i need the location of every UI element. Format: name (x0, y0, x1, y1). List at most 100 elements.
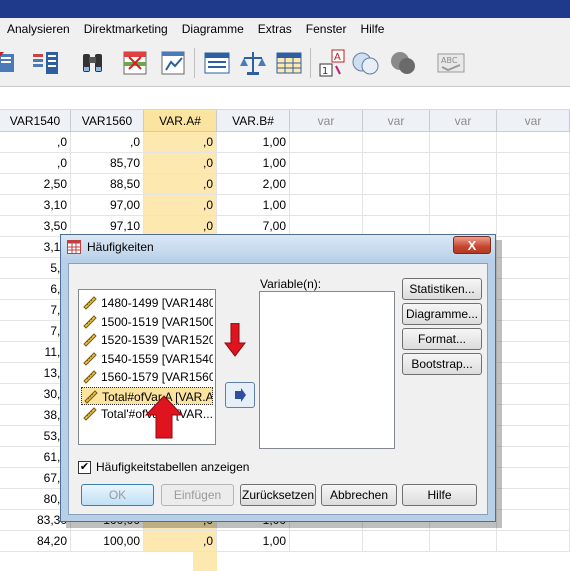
source-variable-item[interactable]: 1540-1559 [VAR1540] (81, 350, 213, 368)
menu-analysieren[interactable]: Analysieren (0, 18, 77, 40)
close-button[interactable]: X (453, 236, 491, 254)
grid-cell-empty[interactable] (497, 363, 570, 384)
grid-cell-empty[interactable] (497, 237, 570, 258)
grid-cell[interactable]: 100,00 (71, 531, 144, 552)
move-to-variables-button[interactable] (225, 382, 255, 408)
source-variable-item[interactable]: 1480-1499 [VAR1480] (81, 294, 213, 312)
grid-cell-empty[interactable] (497, 258, 570, 279)
grid-cell-empty[interactable] (497, 384, 570, 405)
format-button[interactable]: Format... (402, 328, 482, 350)
column-header-empty-var[interactable]: var (497, 110, 570, 132)
grid-cell-empty[interactable] (363, 195, 430, 216)
column-header-var-a[interactable]: VAR.A# (144, 110, 217, 132)
statistics-button[interactable]: Statistiken... (402, 278, 482, 300)
grid-cell-empty[interactable] (497, 216, 570, 237)
menu-hilfe[interactable]: Hilfe (353, 18, 391, 40)
grid-cell[interactable]: 2,50 (0, 174, 71, 195)
grid-cell-empty[interactable] (430, 195, 497, 216)
weight-cases-icon[interactable] (238, 48, 268, 78)
insert-cases-icon[interactable] (120, 48, 150, 78)
grid-cell[interactable]: ,0 (0, 132, 71, 153)
column-header-var-b[interactable]: VAR.B# (217, 110, 290, 132)
select-cases-icon[interactable] (202, 48, 232, 78)
bootstrap-button[interactable]: Bootstrap... (402, 353, 482, 375)
circles-icon[interactable] (350, 48, 380, 78)
grid-cell-empty[interactable] (497, 426, 570, 447)
grid-cell-empty[interactable] (497, 405, 570, 426)
cancel-button[interactable]: Abbrechen (321, 484, 397, 506)
ok-button[interactable]: OK (81, 484, 154, 506)
grid-cell-empty[interactable] (497, 447, 570, 468)
help-button[interactable]: Hilfe (402, 484, 477, 506)
grid-cell-empty[interactable] (497, 174, 570, 195)
menu-direktmarketing[interactable]: Direktmarketing (77, 18, 175, 40)
cell-editor-bar[interactable] (0, 87, 570, 110)
column-header-var1560[interactable]: VAR1560 (71, 110, 144, 132)
grid-cell[interactable]: 3,10 (0, 195, 71, 216)
target-variable-list[interactable] (259, 291, 395, 449)
binoculars-icon[interactable] (78, 48, 108, 78)
grid-cell-empty[interactable] (430, 174, 497, 195)
source-variable-item[interactable]: 1520-1539 [VAR1520] (81, 331, 213, 349)
reset-button[interactable]: Zurücksetzen (240, 484, 316, 506)
grid-cell[interactable]: ,0 (0, 153, 71, 174)
grid-cell[interactable]: ,0 (144, 153, 217, 174)
grid-cell[interactable]: 85,70 (71, 153, 144, 174)
grid-cell[interactable]: 97,00 (71, 195, 144, 216)
grid-cell-empty[interactable] (363, 132, 430, 153)
split-file-icon[interactable] (30, 48, 60, 78)
grid-cell-empty[interactable] (497, 489, 570, 510)
spell-check-icon[interactable]: ABC (436, 48, 466, 78)
paste-button[interactable]: Einfügen (161, 484, 234, 506)
column-header-var1540[interactable]: VAR1540 (0, 110, 71, 132)
grid-cell[interactable]: 1,00 (217, 153, 290, 174)
charts-button[interactable]: Diagramme... (402, 303, 482, 325)
column-header-empty-var[interactable]: var (430, 110, 497, 132)
grid-cell-empty[interactable] (497, 195, 570, 216)
source-variable-item[interactable]: 1560-1579 [VAR1560] (81, 368, 213, 386)
menu-diagramme[interactable]: Diagramme (175, 18, 251, 40)
chart-builder-icon[interactable] (158, 48, 188, 78)
column-header-empty-var[interactable]: var (290, 110, 363, 132)
grid-cell-empty[interactable] (363, 174, 430, 195)
grid-cell[interactable]: 1,00 (217, 132, 290, 153)
grid-cell[interactable]: 88,50 (71, 174, 144, 195)
grid-cell-empty[interactable] (290, 195, 363, 216)
menu-fenster[interactable]: Fenster (299, 18, 354, 40)
grid-cell[interactable]: 1,00 (217, 531, 290, 552)
source-variable-item[interactable]: 1500-1519 [VAR1500] (81, 313, 213, 331)
grid-cell-empty[interactable] (290, 174, 363, 195)
variable-sets-icon[interactable]: A 1 (318, 48, 348, 78)
sort-cases-icon[interactable] (0, 48, 22, 78)
frequency-tables-checkbox[interactable]: ✔ (78, 461, 91, 474)
grid-cell-empty[interactable] (290, 153, 363, 174)
grid-cell-empty[interactable] (497, 153, 570, 174)
grid-cell[interactable]: 1,00 (217, 195, 290, 216)
menu-extras[interactable]: Extras (251, 18, 299, 40)
grid-cell-empty[interactable] (497, 531, 570, 552)
grid-cell[interactable]: ,0 (144, 195, 217, 216)
grid-cell-empty[interactable] (497, 321, 570, 342)
value-labels-icon[interactable] (274, 48, 304, 78)
grid-cell-empty[interactable] (290, 132, 363, 153)
grid-cell[interactable]: ,0 (71, 132, 144, 153)
grid-cell-empty[interactable] (497, 342, 570, 363)
grid-cell-empty[interactable] (497, 510, 570, 531)
show-all-variables-icon[interactable] (388, 48, 418, 78)
grid-cell-empty[interactable] (290, 531, 363, 552)
dialog-title-bar[interactable]: Häufigkeiten X (61, 235, 495, 259)
grid-cell[interactable]: 2,00 (217, 174, 290, 195)
grid-cell-empty[interactable] (497, 468, 570, 489)
grid-cell-empty[interactable] (497, 279, 570, 300)
grid-cell-empty[interactable] (363, 531, 430, 552)
grid-cell[interactable]: ,0 (144, 531, 217, 552)
grid-cell-empty[interactable] (430, 153, 497, 174)
grid-cell[interactable]: 84,20 (0, 531, 71, 552)
grid-cell[interactable]: ,0 (144, 132, 217, 153)
grid-cell-empty[interactable] (497, 132, 570, 153)
grid-cell-empty[interactable] (363, 153, 430, 174)
grid-cell-empty[interactable] (497, 300, 570, 321)
grid-cell[interactable]: ,0 (144, 174, 217, 195)
grid-cell-empty[interactable] (430, 531, 497, 552)
column-header-empty-var[interactable]: var (363, 110, 430, 132)
